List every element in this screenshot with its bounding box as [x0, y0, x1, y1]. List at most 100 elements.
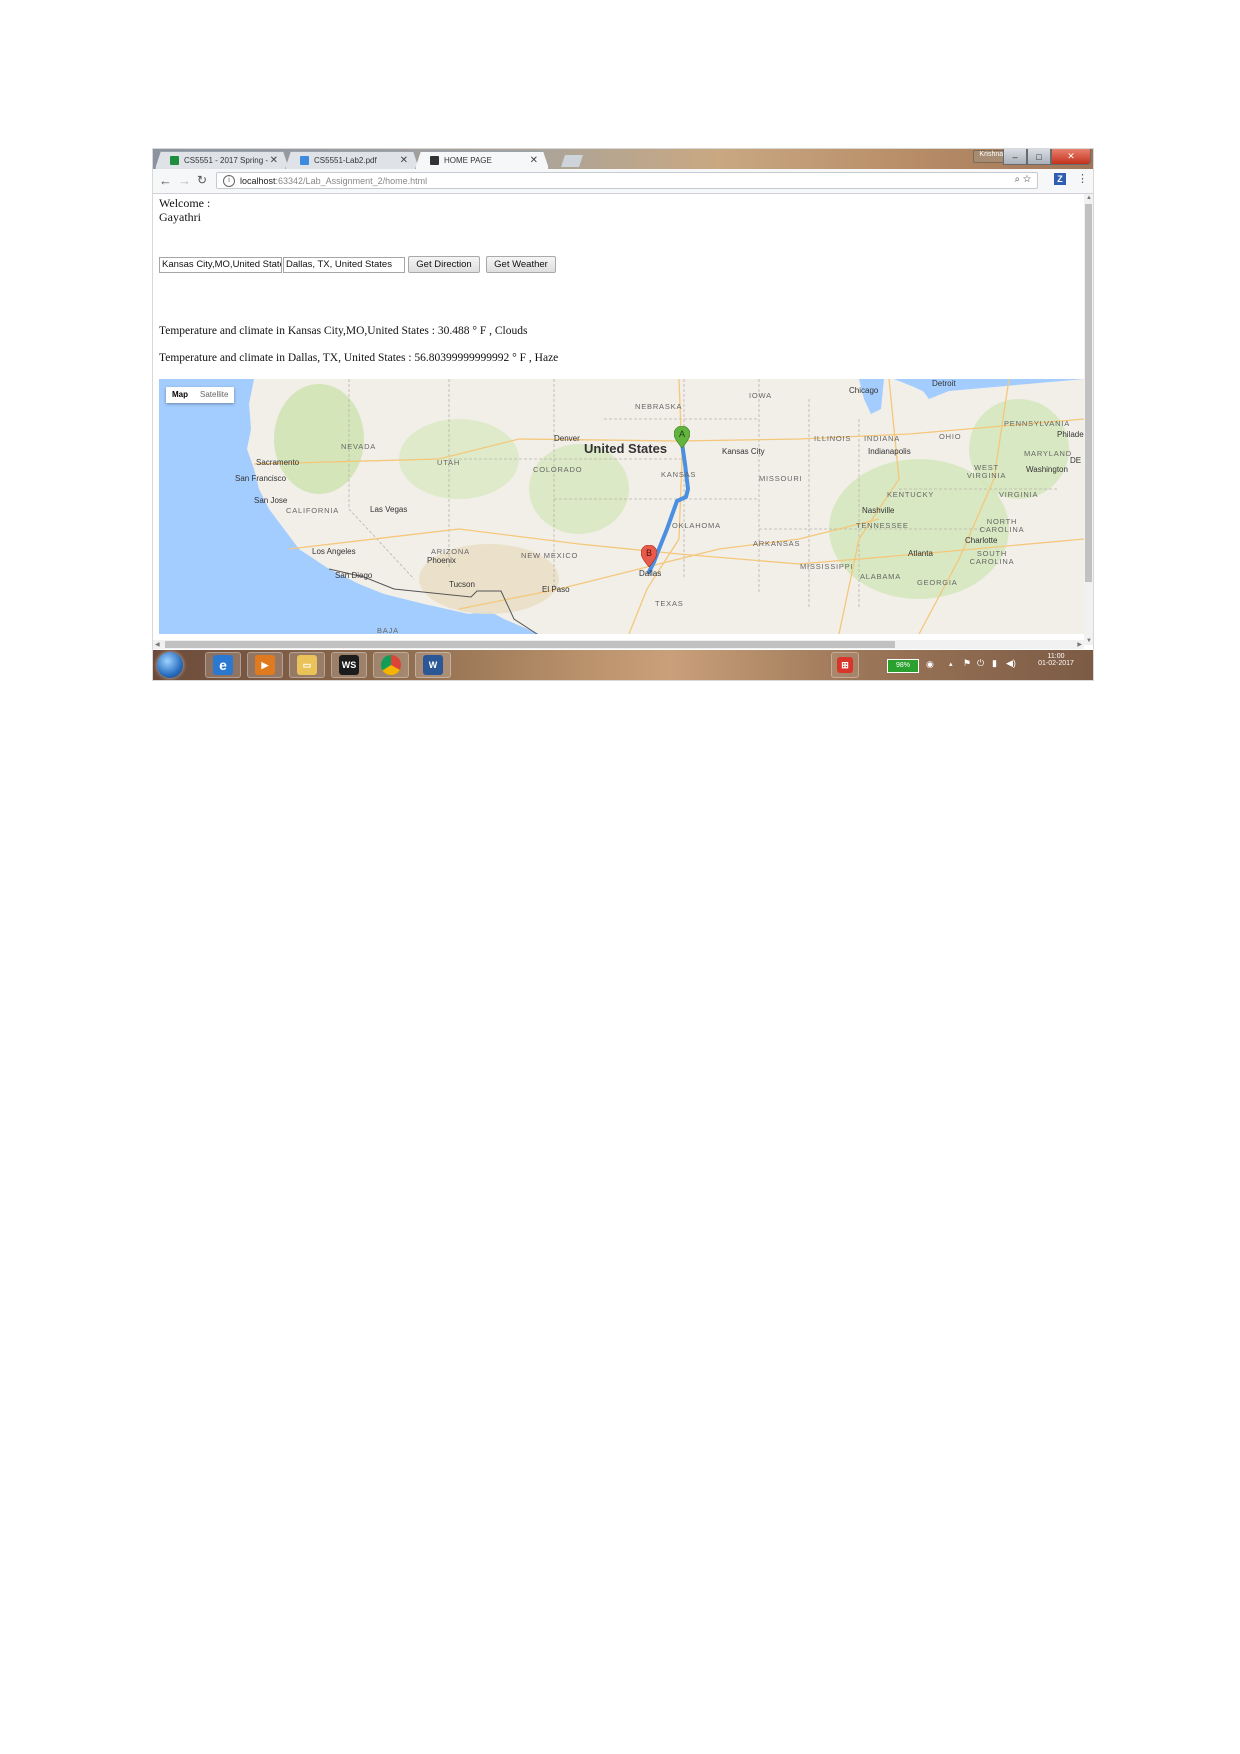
new-tab-button[interactable]	[561, 155, 583, 167]
state-label: GEORGIA	[917, 578, 958, 587]
state-label: VIRGINIA	[999, 490, 1039, 499]
volume-icon[interactable]: ◀)	[1006, 658, 1016, 669]
screenshot-window: CS5551 - 2017 Spring - ✕ CS5551-Lab2.pdf…	[153, 149, 1093, 680]
destination-input[interactable]: Dallas, TX, United States	[283, 257, 405, 273]
taskbar-explorer[interactable]: ▭	[289, 652, 325, 678]
scroll-thumb[interactable]	[165, 641, 895, 648]
state-label: MISSISSIPPI	[800, 562, 854, 571]
taskbar-chrome[interactable]	[373, 652, 409, 678]
forward-arrow-icon[interactable]: →	[178, 173, 191, 188]
marker-a[interactable]: A	[674, 426, 690, 448]
taskbar-media-player[interactable]: ▶	[247, 652, 283, 678]
maximize-button[interactable]: □	[1027, 149, 1051, 165]
browser-toolbar: ← → ↻ i localhost:63342/Lab_Assignment_2…	[153, 169, 1093, 194]
windows-taskbar: e ▶ ▭ WS W ⊞ 98% ◉ ▴ ⚑ ⏻ ▮ ◀) 11:00 01-0…	[153, 650, 1093, 680]
start-button[interactable]	[157, 652, 183, 678]
city-label: Atlanta	[908, 549, 933, 558]
state-label: ALABAMA	[860, 572, 902, 581]
show-hidden-icons[interactable]: ▴	[949, 660, 953, 668]
power-icon[interactable]: ⏻	[977, 658, 984, 669]
zoom-icon[interactable]: ⌕ ☆	[1014, 174, 1031, 185]
map-type-control: Map Satellite	[166, 387, 235, 403]
word-icon: W	[423, 655, 443, 675]
city-label: Charlotte	[965, 536, 998, 545]
city-label: El Paso	[542, 585, 570, 594]
tab-lab2-pdf[interactable]: CS5551-Lab2.pdf ✕	[285, 151, 419, 169]
vertical-scrollbar[interactable]: ▲ ▼	[1084, 194, 1093, 645]
city-label: Dallas	[639, 569, 662, 578]
menu-dots-icon[interactable]: ⋮	[1077, 172, 1088, 185]
window-controls: – □ ✕	[1003, 149, 1091, 165]
tab-home-page[interactable]: HOME PAGE ✕	[415, 151, 549, 169]
state-label: ILLINOIS	[814, 434, 852, 443]
state-label: IOWA	[749, 391, 772, 400]
close-icon[interactable]: ✕	[400, 155, 408, 166]
battery-indicator[interactable]: 98%	[887, 659, 919, 673]
minimize-button[interactable]: –	[1003, 149, 1027, 165]
webstorm-icon: WS	[339, 655, 359, 675]
flag-icon[interactable]: ⚑	[963, 658, 971, 669]
map-type-satellite-button[interactable]: Satellite	[194, 387, 234, 403]
state-label: KENTUCKY	[887, 490, 935, 499]
grid-app-icon: ⊞	[837, 657, 853, 673]
close-icon[interactable]: ✕	[270, 155, 278, 166]
city-label: Denver	[554, 434, 580, 443]
city-label: Chicago	[849, 386, 879, 395]
state-label: WEST VIRGINIA	[966, 463, 1007, 480]
clock[interactable]: 11:00 01-02-2017	[1021, 653, 1091, 667]
chrome-icon	[381, 655, 401, 675]
info-icon[interactable]: i	[223, 174, 235, 187]
welcome-label: Welcome :	[159, 196, 211, 210]
google-map[interactable]: Map Satellite A B United States NEBRASKA…	[159, 379, 1084, 634]
horizontal-scrollbar[interactable]: ◀ ▶	[153, 640, 1084, 649]
scroll-down-icon[interactable]: ▼	[1086, 638, 1092, 644]
media-player-icon: ▶	[255, 655, 275, 675]
taskbar-word[interactable]: W	[415, 652, 451, 678]
extension-z-icon[interactable]: Z	[1054, 173, 1066, 185]
state-label: MISSOURI	[759, 474, 803, 483]
star-icon[interactable]: ☆	[1023, 174, 1031, 185]
scroll-right-icon[interactable]: ▶	[1077, 641, 1082, 648]
scroll-left-icon[interactable]: ◀	[155, 641, 160, 648]
city-label: Nashville	[862, 506, 895, 515]
network-icon[interactable]: ▮	[992, 658, 997, 669]
clock-date: 01-02-2017	[1038, 660, 1074, 667]
close-window-button[interactable]: ✕	[1051, 149, 1091, 165]
url-host: localhost	[240, 175, 276, 186]
forest-area	[274, 384, 364, 494]
state-label: ARKANSAS	[753, 539, 801, 548]
spreadsheet-icon	[170, 156, 179, 165]
marker-a-label: A	[679, 429, 685, 439]
state-label: NORTH CAROLINA	[979, 517, 1025, 534]
tab-cs5551-sheet[interactable]: CS5551 - 2017 Spring - ✕	[155, 151, 289, 169]
close-icon[interactable]: ✕	[530, 155, 538, 166]
page-content: Welcome : Gayathri Kansas City,MO,United…	[153, 194, 1084, 644]
camera-icon[interactable]: ◉	[926, 659, 934, 670]
city-label: Detroit	[932, 379, 956, 388]
state-label: INDIANA	[864, 434, 901, 443]
taskbar-ie[interactable]: e	[205, 652, 241, 678]
state-label: UTAH	[437, 458, 461, 467]
city-label: DE	[1070, 456, 1082, 465]
city-label: San Diego	[335, 571, 373, 580]
state-label: MARYLAND	[1024, 449, 1072, 458]
browser-tab-bar: CS5551 - 2017 Spring - ✕ CS5551-Lab2.pdf…	[153, 149, 1093, 169]
state-label: NEVADA	[341, 442, 377, 451]
get-weather-button[interactable]: Get Weather	[486, 256, 556, 273]
country-label: United States	[584, 441, 668, 456]
state-label: SOUTH CAROLINA	[969, 549, 1015, 566]
state-label: NEW MEXICO	[521, 551, 579, 560]
get-direction-button[interactable]: Get Direction	[408, 256, 480, 273]
reload-icon[interactable]: ↻	[197, 173, 207, 187]
taskbar-notification-app[interactable]: ⊞	[831, 652, 859, 678]
map-type-map-button[interactable]: Map	[166, 387, 194, 403]
source-input[interactable]: Kansas City,MO,United States	[159, 257, 282, 273]
state-label: CALIFORNIA	[286, 506, 340, 515]
scroll-thumb[interactable]	[1085, 204, 1092, 582]
address-bar[interactable]: i localhost:63342/Lab_Assignment_2/home.…	[216, 172, 1038, 189]
back-arrow-icon[interactable]: ←	[159, 173, 172, 188]
marker-b[interactable]: B	[641, 545, 657, 567]
scroll-up-icon[interactable]: ▲	[1086, 195, 1092, 201]
marker-b-label: B	[646, 548, 652, 558]
taskbar-webstorm[interactable]: WS	[331, 652, 367, 678]
